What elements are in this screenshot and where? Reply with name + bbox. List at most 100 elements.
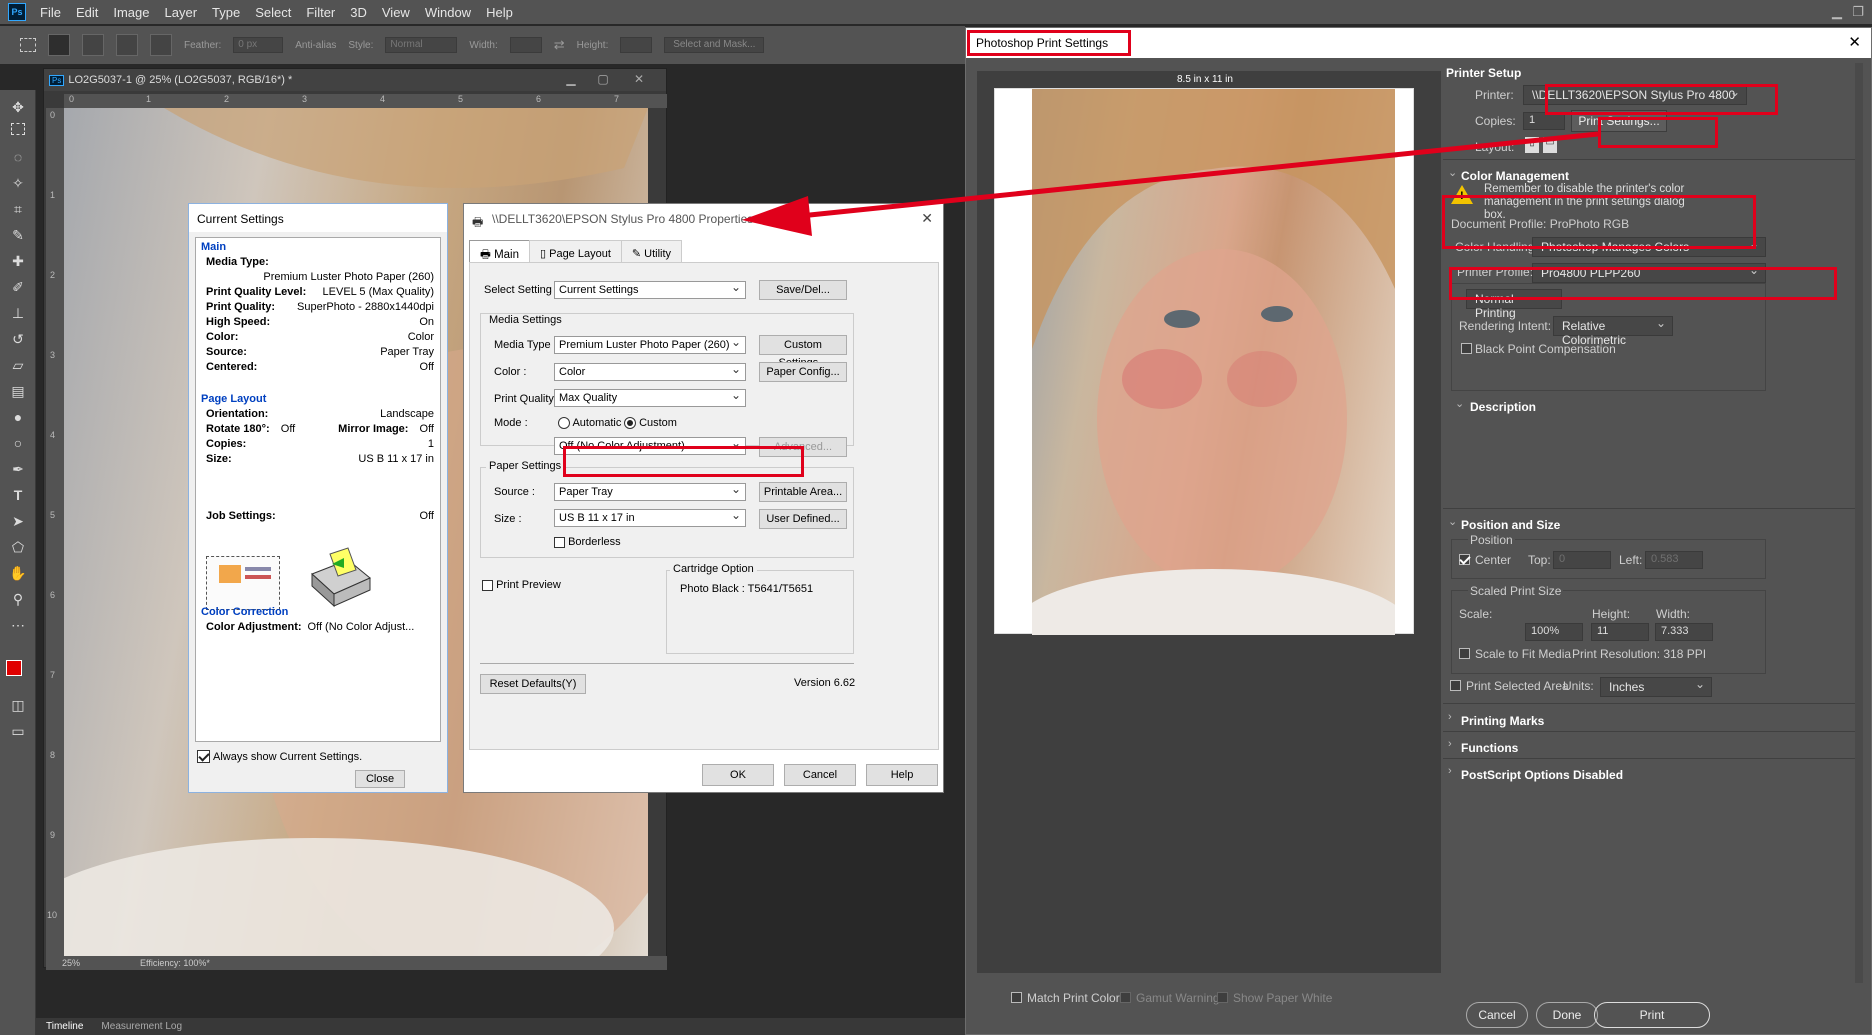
printable-area-button[interactable]: Printable Area... bbox=[759, 482, 847, 502]
print-photo-preview[interactable] bbox=[1032, 89, 1395, 635]
print-preview-checkbox[interactable]: Print Preview bbox=[482, 579, 561, 591]
screen-mode-icon[interactable]: ▭ bbox=[9, 722, 27, 740]
marquee-tool-icon[interactable] bbox=[11, 123, 25, 135]
printing-marks-header[interactable]: Printing Marks bbox=[1461, 714, 1544, 728]
height-input[interactable]: 11 bbox=[1591, 623, 1649, 641]
menu-window[interactable]: Window bbox=[425, 5, 471, 20]
new-selection-icon[interactable] bbox=[48, 34, 70, 56]
close-button[interactable]: Close bbox=[355, 770, 405, 788]
tab-measurement-log[interactable]: Measurement Log bbox=[101, 1021, 182, 1032]
units-dropdown[interactable]: Inches bbox=[1600, 677, 1712, 697]
select-and-mask-button[interactable]: Select and Mask... bbox=[664, 37, 765, 53]
width-input[interactable] bbox=[509, 37, 542, 53]
chevron-right-icon[interactable]: › bbox=[1448, 738, 1452, 750]
custom-settings-button[interactable]: Custom Settings... bbox=[759, 335, 847, 369]
ok-button[interactable]: OK bbox=[702, 764, 774, 786]
cancel-button[interactable]: Cancel bbox=[784, 764, 856, 786]
always-show-row[interactable]: Always show Current Settings. bbox=[197, 750, 362, 763]
show-paper-white-checkbox[interactable] bbox=[1217, 992, 1228, 1003]
black-point-checkbox[interactable] bbox=[1461, 343, 1472, 354]
postscript-header[interactable]: PostScript Options Disabled bbox=[1461, 768, 1623, 782]
lasso-tool-icon[interactable]: ◌ bbox=[9, 148, 27, 166]
doc-close-icon[interactable]: ✕ bbox=[632, 73, 646, 87]
match-print-colors-checkbox[interactable] bbox=[1011, 992, 1022, 1003]
eyedropper-icon[interactable]: ✎ bbox=[9, 226, 27, 244]
print-quality-dropdown[interactable]: Max Quality bbox=[554, 388, 746, 407]
doc-minimize-icon[interactable]: ▁ bbox=[564, 73, 578, 87]
menu-edit[interactable]: Edit bbox=[76, 5, 98, 20]
menu-file[interactable]: File bbox=[40, 5, 61, 20]
borderless-checkbox[interactable]: Borderless bbox=[554, 536, 621, 548]
quick-mask-icon[interactable]: ◫ bbox=[9, 696, 27, 714]
scale-to-fit-checkbox[interactable] bbox=[1459, 648, 1470, 659]
subtract-selection-icon[interactable] bbox=[116, 34, 138, 56]
top-input[interactable]: 0 bbox=[1553, 551, 1611, 569]
functions-header[interactable]: Functions bbox=[1461, 741, 1518, 755]
description-header[interactable]: Description bbox=[1470, 400, 1536, 414]
left-input[interactable]: 0.583 bbox=[1645, 551, 1703, 569]
app-restore-icon[interactable]: ❐ bbox=[1852, 4, 1864, 20]
brush-tool-icon[interactable]: ✐ bbox=[9, 278, 27, 296]
color-dropdown[interactable]: Color bbox=[554, 362, 746, 381]
size-dropdown[interactable]: US B 11 x 17 in bbox=[554, 508, 746, 527]
doc-maximize-icon[interactable]: ▢ bbox=[596, 73, 610, 87]
feather-input[interactable]: 0 px bbox=[233, 37, 284, 53]
healing-brush-icon[interactable]: ✚ bbox=[9, 252, 27, 270]
always-show-checkbox[interactable] bbox=[197, 750, 210, 763]
swap-icon[interactable]: ⇄ bbox=[554, 37, 565, 53]
more-tools-icon[interactable]: ⋯ bbox=[9, 616, 27, 634]
media-type-dropdown[interactable]: Premium Luster Photo Paper (260) bbox=[554, 335, 746, 354]
path-select-icon[interactable]: ➤ bbox=[9, 512, 27, 530]
source-dropdown[interactable]: Paper Tray bbox=[554, 482, 746, 501]
add-selection-icon[interactable] bbox=[82, 34, 104, 56]
style-select[interactable]: Normal bbox=[385, 37, 458, 53]
antialias-checkbox[interactable]: Anti-alias bbox=[295, 40, 336, 51]
menu-view[interactable]: View bbox=[382, 5, 410, 20]
gradient-tool-icon[interactable]: ▤ bbox=[9, 382, 27, 400]
intersect-selection-icon[interactable] bbox=[150, 34, 172, 56]
chevron-down-icon[interactable]: ⌄ bbox=[1448, 515, 1457, 528]
zoom-level[interactable]: 25% bbox=[62, 958, 80, 968]
blur-tool-icon[interactable]: ● bbox=[9, 408, 27, 426]
foreground-color-swatch[interactable] bbox=[6, 660, 22, 676]
menu-help[interactable]: Help bbox=[486, 5, 513, 20]
done-button[interactable]: Done bbox=[1536, 1002, 1598, 1028]
hand-tool-icon[interactable]: ✋ bbox=[9, 564, 27, 582]
position-size-header[interactable]: Position and Size bbox=[1461, 518, 1560, 532]
menu-type[interactable]: Type bbox=[212, 5, 240, 20]
center-checkbox[interactable] bbox=[1459, 554, 1470, 565]
print-selected-area-checkbox[interactable] bbox=[1450, 680, 1461, 691]
shape-tool-icon[interactable]: ⬠ bbox=[9, 538, 27, 556]
select-setting-dropdown[interactable]: Current Settings bbox=[554, 280, 746, 299]
gamut-warning-checkbox[interactable] bbox=[1120, 992, 1131, 1003]
menu-filter[interactable]: Filter bbox=[306, 5, 335, 20]
crop-tool-icon[interactable]: ⌗ bbox=[9, 200, 27, 218]
cancel-button[interactable]: Cancel bbox=[1466, 1002, 1528, 1028]
scale-input[interactable]: 100% bbox=[1525, 623, 1583, 641]
chevron-down-icon[interactable]: ⌄ bbox=[1448, 166, 1457, 179]
panel-scrollbar[interactable] bbox=[1855, 63, 1863, 983]
rendering-intent-dropdown[interactable]: Relative Colorimetric bbox=[1553, 316, 1673, 347]
menu-3d[interactable]: 3D bbox=[350, 5, 367, 20]
landscape-layout-icon[interactable]: ▭ bbox=[1543, 137, 1557, 153]
mode-automatic-radio[interactable]: Automatic bbox=[558, 417, 621, 430]
dialog-close-icon[interactable]: ✕ bbox=[921, 210, 933, 227]
marquee-tool-preset-icon[interactable] bbox=[20, 38, 36, 52]
tab-timeline[interactable]: Timeline bbox=[46, 1021, 83, 1032]
zoom-tool-icon[interactable]: ⚲ bbox=[9, 590, 27, 608]
chevron-right-icon[interactable]: › bbox=[1448, 711, 1452, 723]
paper-config-button[interactable]: Paper Config... bbox=[759, 362, 847, 382]
height-input[interactable] bbox=[620, 37, 653, 53]
portrait-layout-icon[interactable]: ▯ bbox=[1525, 137, 1539, 153]
pen-tool-icon[interactable]: ✒ bbox=[9, 460, 27, 478]
magic-wand-icon[interactable]: ✧ bbox=[9, 174, 27, 192]
reset-defaults-button[interactable]: Reset Defaults(Y) bbox=[480, 674, 586, 694]
print-button[interactable]: Print bbox=[1594, 1002, 1710, 1028]
user-defined-button[interactable]: User Defined... bbox=[759, 509, 847, 529]
width-input[interactable]: 7.333 bbox=[1655, 623, 1713, 641]
menu-select[interactable]: Select bbox=[255, 5, 291, 20]
chevron-down-icon[interactable]: ⌄ bbox=[1455, 397, 1464, 410]
save-del-button[interactable]: Save/Del... bbox=[759, 280, 847, 300]
type-tool-icon[interactable]: T bbox=[9, 486, 27, 504]
eraser-icon[interactable]: ▱ bbox=[9, 356, 27, 374]
